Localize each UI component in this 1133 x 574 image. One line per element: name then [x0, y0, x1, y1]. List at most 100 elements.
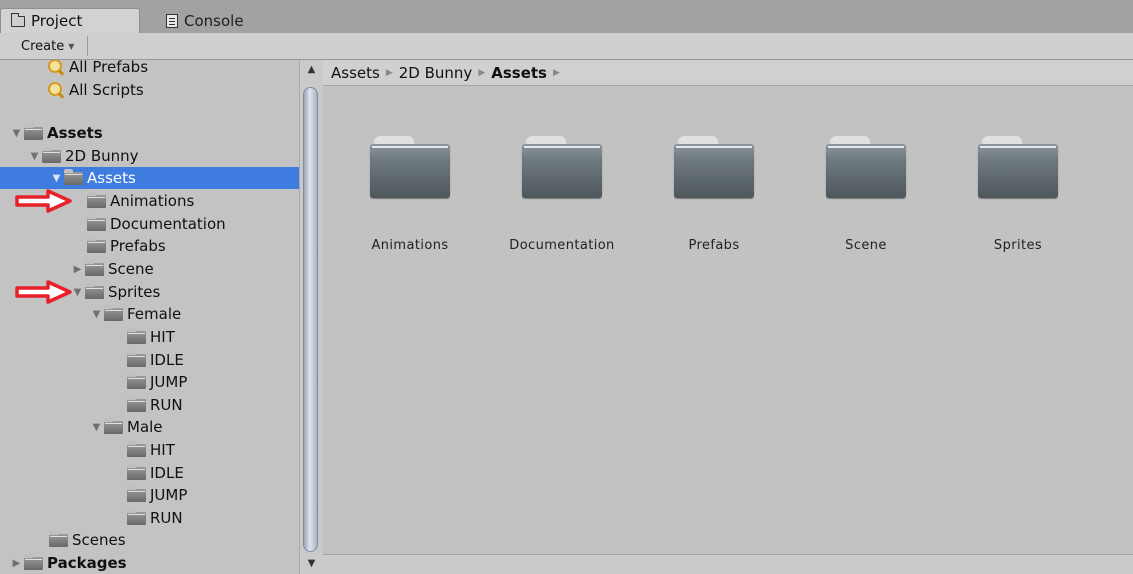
tree-item-prefabs[interactable]: Prefabs: [0, 235, 299, 257]
toolbar-divider: [87, 36, 88, 56]
grid-folder-prefabs[interactable]: Prefabs: [644, 86, 784, 276]
tree-item-female[interactable]: ▼ Female: [0, 303, 299, 325]
tree-scrollbar[interactable]: ▲ ▼: [299, 60, 323, 574]
tab-console-label: Console: [184, 11, 244, 30]
asset-grid: Animations Documentation Prefabs Scene S…: [323, 86, 1133, 554]
scroll-up-icon[interactable]: ▲: [300, 64, 323, 80]
tree-item-all-prefabs[interactable]: All Prefabs: [0, 60, 299, 78]
folder-icon: [127, 395, 146, 412]
expand-triangle-icon[interactable]: ▼: [91, 422, 102, 433]
tree-item-male-run[interactable]: RUN: [0, 507, 299, 529]
folder-icon: [42, 146, 61, 163]
tree-item-label: RUN: [150, 396, 183, 414]
tree-item-male-idle[interactable]: IDLE: [0, 462, 299, 484]
grid-folder-documentation[interactable]: Documentation: [492, 86, 632, 276]
scrollbar-thumb[interactable]: [303, 87, 318, 552]
tab-project-label: Project: [31, 12, 83, 30]
expand-triangle-icon[interactable]: ▼: [91, 309, 102, 320]
folder-icon: [24, 123, 43, 140]
folder-icon: [826, 136, 906, 198]
grid-folder-scene[interactable]: Scene: [796, 86, 936, 276]
tree-item-label: JUMP: [150, 373, 188, 391]
tree-item-label: HIT: [150, 441, 175, 459]
tree-item-label: Animations: [110, 192, 195, 210]
tree-item-documentation[interactable]: Documentation: [0, 213, 299, 235]
tree-item-label: All Scripts: [69, 81, 144, 99]
dropdown-caret-icon: ▼: [68, 41, 75, 51]
folder-icon: [64, 168, 83, 185]
tree-item-label: Prefabs: [110, 237, 166, 255]
tree-item-assets-root[interactable]: ▼ Assets: [0, 122, 299, 144]
folder-icon: [978, 136, 1058, 198]
tree-item-label: Scene: [108, 260, 154, 278]
project-tree: All Prefabs All Scripts ▼ Assets ▼ 2D Bu…: [0, 60, 299, 574]
tree-item-label: Female: [127, 305, 182, 323]
breadcrumb-2d-bunny[interactable]: 2D Bunny: [399, 64, 473, 82]
collapse-triangle-icon[interactable]: ▶: [11, 558, 22, 569]
create-button-label: Create: [21, 38, 65, 54]
tree-item-scenes[interactable]: Scenes: [0, 529, 299, 551]
annotation-arrow-icon: [15, 189, 72, 213]
folder-icon: [127, 372, 146, 389]
tree-item-label: Male: [127, 418, 163, 436]
tree-item-label: Sprites: [108, 283, 161, 301]
folder-icon: [87, 236, 106, 253]
toolbar: Create ▼: [0, 33, 1133, 60]
grid-folder-label: Scene: [845, 238, 887, 253]
tree-item-label: 2D Bunny: [65, 147, 139, 165]
tree-item-scene[interactable]: ▶ Scene: [0, 258, 299, 280]
breadcrumb-current-assets[interactable]: Assets: [491, 64, 547, 82]
tree-item-female-hit[interactable]: HIT: [0, 326, 299, 348]
tree-item-label: Assets: [87, 169, 136, 187]
breadcrumb: Assets ▶ 2D Bunny ▶ Assets ▶: [323, 60, 1133, 86]
annotation-arrow-icon: [15, 280, 72, 304]
breadcrumb-separator-icon: ▶: [552, 67, 560, 78]
tree-item-male-jump[interactable]: JUMP: [0, 484, 299, 506]
folder-icon: [85, 282, 104, 299]
expand-triangle-icon[interactable]: ▼: [11, 128, 22, 139]
tree-item-2d-bunny[interactable]: ▼ 2D Bunny: [0, 145, 299, 167]
tree-item-label: Packages: [47, 554, 127, 572]
folder-icon: [104, 304, 123, 321]
tab-project[interactable]: Project: [0, 8, 140, 33]
search-icon: [47, 60, 65, 76]
folder-icon: [127, 485, 146, 502]
folder-icon: [85, 259, 104, 276]
collapse-triangle-icon[interactable]: ▶: [72, 264, 83, 275]
tree-item-packages[interactable]: ▶ Packages: [0, 552, 299, 574]
tree-item-all-scripts[interactable]: All Scripts: [0, 79, 299, 101]
grid-folder-animations[interactable]: Animations: [340, 86, 480, 276]
folder-icon: [87, 214, 106, 231]
tree-item-assets-selected[interactable]: ▼ Assets: [0, 167, 299, 189]
grid-folder-label: Animations: [371, 238, 449, 253]
tree-item-label: All Prefabs: [69, 60, 149, 76]
grid-folder-sprites[interactable]: Sprites: [948, 86, 1088, 276]
grid-folder-label: Sprites: [993, 238, 1043, 253]
folder-icon: [522, 136, 602, 198]
breadcrumb-separator-icon: ▶: [385, 67, 393, 78]
folder-icon: [370, 136, 450, 198]
search-icon: [47, 81, 65, 99]
folder-icon: [104, 417, 123, 434]
grid-folder-label: Documentation: [509, 238, 615, 253]
expand-triangle-icon[interactable]: ▼: [29, 151, 40, 162]
tree-item-label: Scenes: [72, 531, 126, 549]
folder-icon: [87, 191, 106, 208]
status-bar: [323, 554, 1133, 574]
scroll-down-icon[interactable]: ▼: [300, 558, 323, 574]
tree-item-female-run[interactable]: RUN: [0, 394, 299, 416]
folder-icon: [127, 327, 146, 344]
breadcrumb-separator-icon: ▶: [478, 67, 486, 78]
folder-icon: [24, 553, 43, 570]
tree-item-male[interactable]: ▼ Male: [0, 416, 299, 438]
breadcrumb-assets[interactable]: Assets: [331, 64, 380, 82]
folder-icon: [11, 12, 25, 27]
tree-item-male-hit[interactable]: HIT: [0, 439, 299, 461]
folder-icon: [674, 136, 754, 198]
tree-item-female-jump[interactable]: JUMP: [0, 371, 299, 393]
expand-triangle-icon[interactable]: ▼: [51, 173, 62, 184]
tree-item-label: HIT: [150, 328, 175, 346]
tree-item-female-idle[interactable]: IDLE: [0, 349, 299, 371]
create-button[interactable]: Create ▼: [17, 36, 78, 56]
tab-console[interactable]: Console: [156, 8, 266, 33]
